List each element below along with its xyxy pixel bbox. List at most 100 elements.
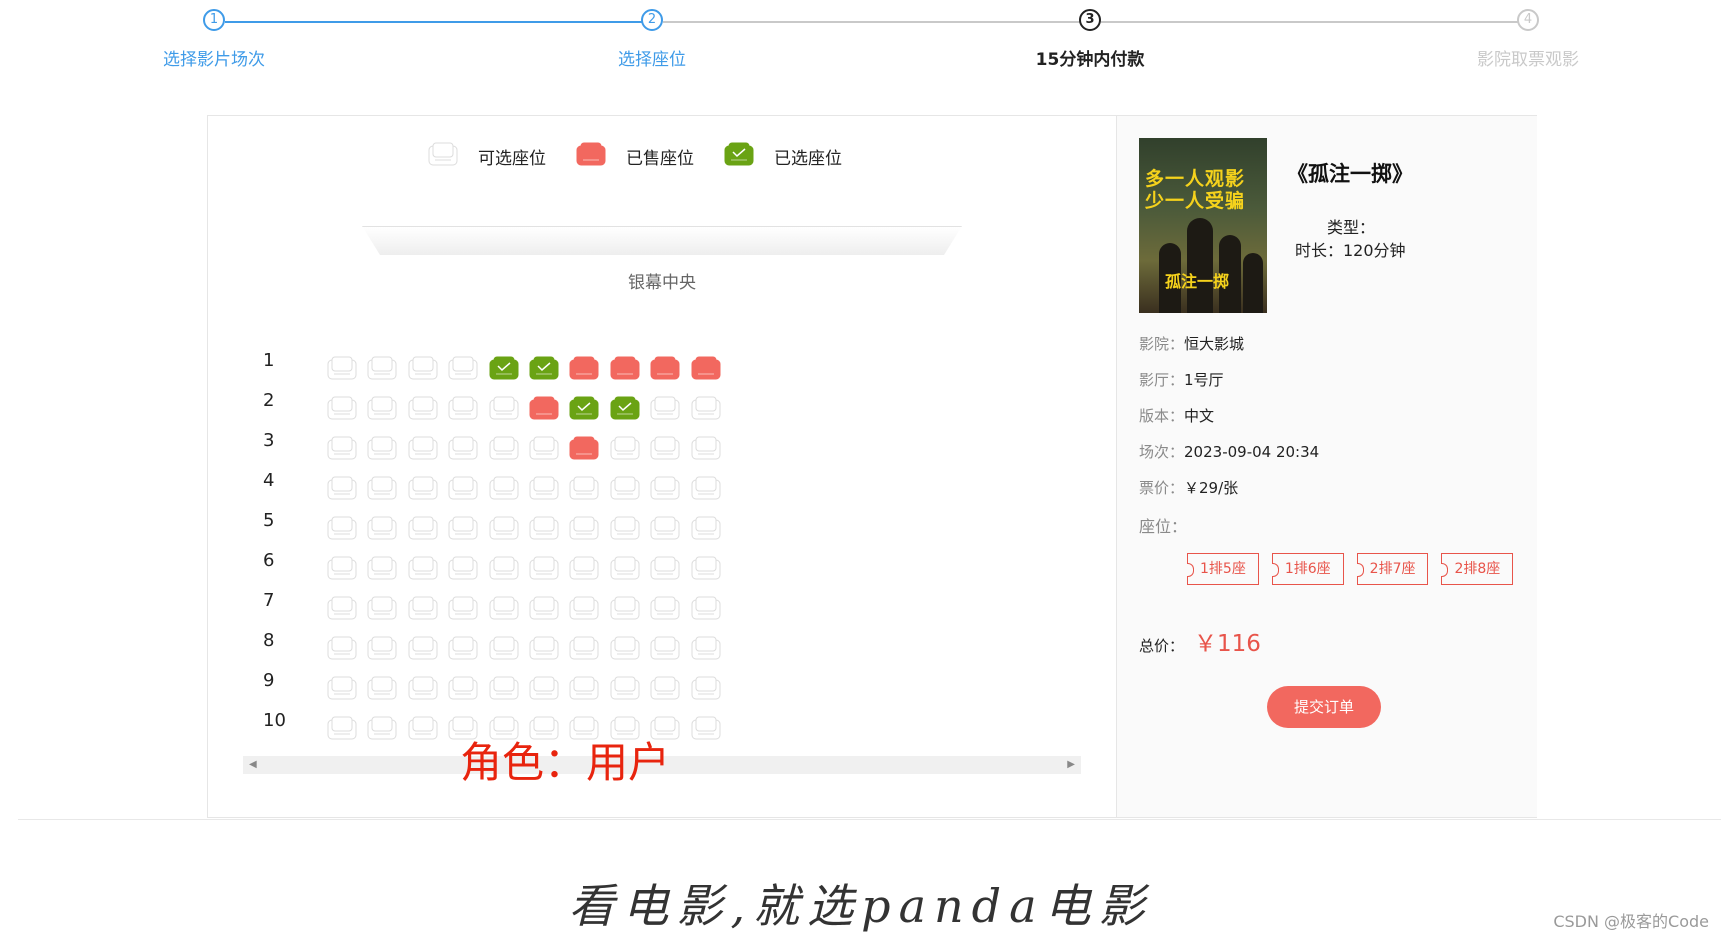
available-seat[interactable]: [448, 676, 478, 700]
available-seat[interactable]: [529, 436, 559, 460]
available-seat[interactable]: [610, 636, 640, 660]
selected-seat[interactable]: [569, 396, 599, 420]
available-seat[interactable]: [529, 516, 559, 540]
available-seat[interactable]: [448, 476, 478, 500]
available-seat[interactable]: [327, 436, 357, 460]
available-seat[interactable]: [691, 716, 721, 740]
available-seat[interactable]: [327, 676, 357, 700]
selected-seat[interactable]: [489, 356, 519, 380]
available-seat[interactable]: [408, 636, 438, 660]
seat-tag[interactable]: 2排8座: [1441, 553, 1514, 585]
available-seat[interactable]: [448, 556, 478, 580]
available-seat[interactable]: [610, 556, 640, 580]
selected-seat[interactable]: [610, 396, 640, 420]
available-seat[interactable]: [408, 716, 438, 740]
seat-tag[interactable]: 2排7座: [1356, 553, 1429, 585]
available-seat[interactable]: [408, 476, 438, 500]
available-seat[interactable]: [610, 436, 640, 460]
available-seat[interactable]: [691, 396, 721, 420]
available-seat[interactable]: [327, 396, 357, 420]
available-seat[interactable]: [610, 516, 640, 540]
available-seat[interactable]: [650, 596, 680, 620]
available-seat[interactable]: [327, 556, 357, 580]
available-seat[interactable]: [367, 636, 397, 660]
available-seat[interactable]: [529, 596, 559, 620]
seat-legend: 可选座位 已售座位 已选座位: [428, 142, 872, 170]
available-seat[interactable]: [650, 636, 680, 660]
available-seat[interactable]: [408, 396, 438, 420]
available-seat[interactable]: [448, 516, 478, 540]
available-seat[interactable]: [367, 356, 397, 380]
available-seat[interactable]: [650, 476, 680, 500]
available-seat[interactable]: [569, 476, 599, 500]
available-seat[interactable]: [691, 516, 721, 540]
available-seat[interactable]: [448, 356, 478, 380]
available-seat[interactable]: [650, 556, 680, 580]
available-seat[interactable]: [650, 436, 680, 460]
available-seat[interactable]: [327, 516, 357, 540]
seat-tag[interactable]: 1排5座: [1187, 553, 1259, 585]
available-seat[interactable]: [529, 476, 559, 500]
available-seat[interactable]: [489, 436, 519, 460]
available-seat[interactable]: [448, 436, 478, 460]
available-seat[interactable]: [610, 596, 640, 620]
available-seat[interactable]: [408, 436, 438, 460]
available-seat[interactable]: [327, 636, 357, 660]
available-seat[interactable]: [610, 676, 640, 700]
showtime-row: 场次：2023-09-04 20:34: [1139, 441, 1319, 462]
seat-tag[interactable]: 1排6座: [1271, 553, 1344, 585]
available-seat[interactable]: [691, 596, 721, 620]
available-seat[interactable]: [408, 516, 438, 540]
available-seat[interactable]: [691, 636, 721, 660]
available-seat[interactable]: [327, 476, 357, 500]
available-seat[interactable]: [408, 676, 438, 700]
available-seat[interactable]: [650, 516, 680, 540]
available-seat[interactable]: [489, 476, 519, 500]
available-seat[interactable]: [327, 716, 357, 740]
available-seat[interactable]: [650, 396, 680, 420]
available-seat[interactable]: [489, 556, 519, 580]
available-seat[interactable]: [529, 556, 559, 580]
available-seat[interactable]: [529, 636, 559, 660]
available-seat[interactable]: [691, 676, 721, 700]
available-seat[interactable]: [367, 436, 397, 460]
available-seat[interactable]: [367, 676, 397, 700]
available-seat[interactable]: [569, 516, 599, 540]
available-seat[interactable]: [489, 396, 519, 420]
available-seat[interactable]: [327, 356, 357, 380]
available-seat[interactable]: [448, 636, 478, 660]
available-seat[interactable]: [408, 556, 438, 580]
available-seat[interactable]: [569, 596, 599, 620]
available-seat[interactable]: [327, 596, 357, 620]
available-seat[interactable]: [408, 596, 438, 620]
available-seat[interactable]: [610, 476, 640, 500]
available-seat[interactable]: [489, 636, 519, 660]
available-seat[interactable]: [408, 356, 438, 380]
available-seat[interactable]: [448, 596, 478, 620]
available-seat[interactable]: [448, 396, 478, 420]
available-seat[interactable]: [367, 556, 397, 580]
available-seat[interactable]: [367, 716, 397, 740]
available-seat[interactable]: [691, 476, 721, 500]
available-seat[interactable]: [367, 596, 397, 620]
available-seat[interactable]: [489, 596, 519, 620]
available-seat[interactable]: [569, 676, 599, 700]
available-seat[interactable]: [691, 436, 721, 460]
available-seat[interactable]: [569, 556, 599, 580]
available-seat[interactable]: [489, 676, 519, 700]
scroll-left-icon[interactable]: ◀: [249, 759, 257, 770]
available-seat[interactable]: [489, 516, 519, 540]
row-number: 2: [263, 390, 275, 411]
available-seat[interactable]: [367, 396, 397, 420]
available-seat[interactable]: [691, 556, 721, 580]
available-seat[interactable]: [650, 676, 680, 700]
selected-seat[interactable]: [529, 356, 559, 380]
watermark: CSDN @极客的Code: [1553, 912, 1709, 931]
available-seat[interactable]: [367, 476, 397, 500]
submit-order-button[interactable]: 提交订单: [1267, 686, 1381, 728]
available-seat[interactable]: [529, 676, 559, 700]
role-label: 角色：用户: [460, 738, 671, 787]
available-seat[interactable]: [569, 636, 599, 660]
scroll-right-icon[interactable]: ▶: [1067, 759, 1075, 770]
available-seat[interactable]: [367, 516, 397, 540]
